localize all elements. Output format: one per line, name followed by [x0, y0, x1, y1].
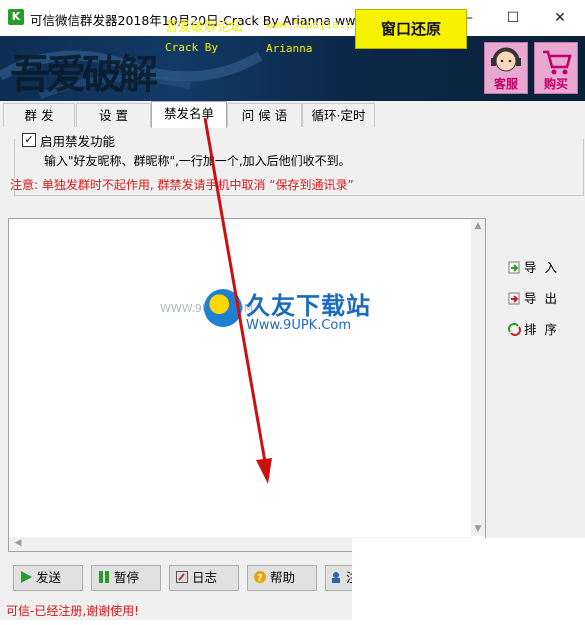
pause-button[interactable]: 暂停 — [91, 565, 161, 591]
close-button[interactable]: ✕ — [537, 0, 583, 36]
register-icon — [330, 567, 342, 583]
buy-label: 购买 — [543, 77, 568, 91]
send-button[interactable]: 发送 — [13, 565, 83, 591]
help-label: 帮助 — [270, 570, 296, 585]
cart-icon — [543, 50, 572, 75]
export-label: 导 出 — [524, 291, 559, 306]
blocklist-hint: 输入"好友昵称、群昵称",一行加一个,加入后他们收不到。 — [44, 154, 351, 168]
status-text: 可信-已经注册,谢谢使用! — [6, 604, 139, 618]
service-label: 客服 — [493, 77, 518, 91]
export-button[interactable]: 导 出 — [508, 288, 559, 307]
import-icon — [508, 261, 521, 274]
customer-service-button[interactable]: 客服 — [484, 42, 528, 94]
log-button[interactable]: 日志 — [169, 565, 239, 591]
export-icon — [508, 292, 521, 305]
watermark-url: Www.9UPK.Com — [246, 318, 352, 333]
tab-mass-send[interactable]: 群 发 — [3, 103, 75, 127]
register-button[interactable]: 注 — [325, 565, 352, 591]
tab-loop-timer[interactable]: 循环·定时 — [302, 103, 375, 127]
headset-icon — [491, 47, 521, 72]
import-button[interactable]: 导 入 — [508, 257, 559, 276]
send-label: 发送 — [36, 570, 62, 585]
banner-forum-text: 吾爱破解论坛 — [165, 20, 244, 35]
tab-settings[interactable]: 设 置 — [76, 103, 151, 127]
log-icon — [176, 567, 188, 583]
enable-blocklist-label: 启用禁发功能 — [40, 134, 116, 149]
watermark-brand: 久友下载站 — [246, 292, 371, 320]
watermark-logo-icon — [204, 289, 242, 327]
help-button[interactable]: ? 帮助 — [247, 565, 317, 591]
pause-label: 暂停 — [114, 570, 140, 585]
tab-blocklist[interactable]: 禁发名单 — [151, 101, 227, 128]
banner-author-text: Arianna — [266, 42, 313, 55]
banner-crack-text: Crack By — [165, 41, 218, 54]
scroll-left-icon[interactable]: ◀ — [11, 538, 25, 548]
blank-region — [352, 538, 585, 625]
banner-logo: 吾爱破解 — [10, 51, 158, 98]
import-label: 导 入 — [524, 260, 559, 275]
play-icon — [20, 567, 32, 583]
sort-label: 排 序 — [524, 322, 559, 337]
tab-greetings[interactable]: 问 候 语 — [227, 103, 302, 127]
register-label: 注 — [346, 570, 352, 585]
enable-blocklist-checkbox[interactable]: ✓ — [22, 133, 36, 147]
app-icon: K — [8, 9, 24, 25]
sort-button[interactable]: 排 序 — [508, 319, 559, 338]
banner-site-text: www.52pojie.c — [266, 18, 353, 31]
maximize-button[interactable]: ☐ — [490, 0, 536, 36]
scroll-up-icon[interactable]: ▲ — [471, 221, 485, 231]
vertical-scrollbar[interactable]: ▲ ▼ — [471, 219, 485, 536]
help-icon: ? — [254, 567, 266, 584]
svg-text:?: ? — [257, 573, 263, 583]
blocklist-textarea[interactable] — [8, 218, 486, 552]
blocklist-warning: 注意: 单独发群时不起作用, 群禁发请手机中取消 “保存到通讯录” — [10, 178, 354, 192]
sort-icon — [508, 323, 521, 336]
buy-button[interactable]: 购买 — [534, 42, 578, 94]
pause-icon — [98, 567, 110, 583]
restore-window-button[interactable]: 窗口还原 — [355, 9, 467, 49]
scroll-down-icon[interactable]: ▼ — [471, 524, 485, 534]
log-label: 日志 — [192, 570, 218, 585]
